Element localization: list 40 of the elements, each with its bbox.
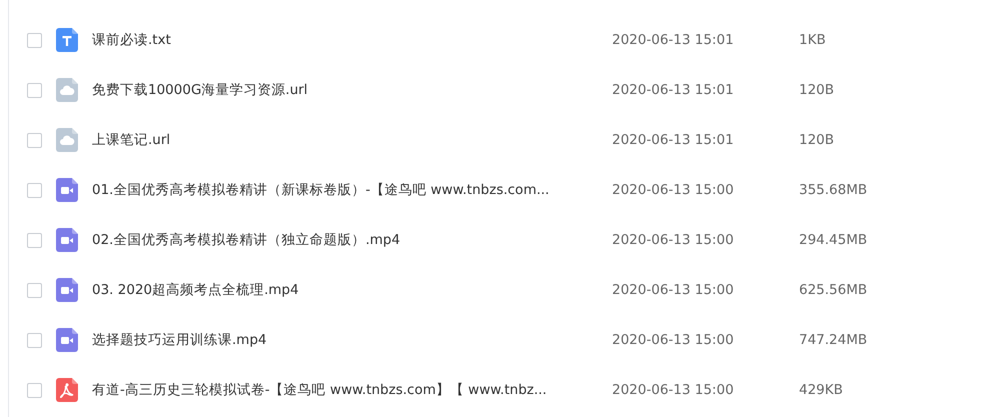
file-name[interactable]: 免费下载10000G海量学习资源.url xyxy=(92,81,612,99)
checkbox[interactable] xyxy=(27,182,42,198)
cloud-file-icon xyxy=(56,78,78,102)
file-size: 294.45MB xyxy=(799,232,868,248)
file-name[interactable]: 03. 2020超高频考点全梳理.mp4 xyxy=(92,281,612,299)
checkbox[interactable] xyxy=(27,332,42,348)
modified-date: 2020-06-13 15:00 xyxy=(612,232,735,248)
file-size: 429KB xyxy=(799,382,843,398)
modified-date: 2020-06-13 15:00 xyxy=(612,382,735,398)
video-file-icon xyxy=(56,178,78,202)
file-name[interactable]: 02.全国优秀高考模拟卷精讲（独立命题版）.mp4 xyxy=(92,231,612,249)
checkbox[interactable] xyxy=(27,382,42,398)
video-file-icon xyxy=(56,228,78,252)
file-name[interactable]: 上课笔记.url xyxy=(92,131,612,149)
modified-date: 2020-06-13 15:01 xyxy=(612,132,735,148)
file-size: 355.68MB xyxy=(799,182,868,198)
file-name[interactable]: 选择题技巧运用训练课.mp4 xyxy=(92,331,612,349)
text-file-icon xyxy=(56,28,78,52)
video-file-icon xyxy=(56,328,78,352)
file-name[interactable]: 有道-高三历史三轮模拟试卷-【途鸟吧 www.tnbzs.com】【 www.tnbz... xyxy=(92,381,612,399)
cloud-file-icon xyxy=(56,128,78,152)
modified-date: 2020-06-13 15:00 xyxy=(612,182,735,198)
file-name[interactable]: 课前必读.txt xyxy=(92,31,612,49)
checkbox[interactable] xyxy=(27,32,42,48)
file-size: 120B xyxy=(799,132,834,148)
file-size: 1KB xyxy=(799,32,826,48)
file-size: 120B xyxy=(799,82,834,98)
checkbox[interactable] xyxy=(27,132,42,148)
checkbox[interactable] xyxy=(27,82,42,98)
modified-date: 2020-06-13 15:01 xyxy=(612,32,735,48)
video-file-icon xyxy=(56,278,78,302)
file-name[interactable]: 01.全国优秀高考模拟卷精讲（新课标卷版）-【途鸟吧 www.tnbzs.com... xyxy=(92,181,612,199)
file-size: 747.24MB xyxy=(799,332,868,348)
file-size: 625.56MB xyxy=(799,282,868,298)
checkbox[interactable] xyxy=(27,232,42,248)
modified-date: 2020-06-13 15:01 xyxy=(612,82,735,98)
modified-date: 2020-06-13 15:00 xyxy=(612,282,735,298)
pdf-file-icon xyxy=(56,378,78,402)
checkbox[interactable] xyxy=(27,282,42,298)
modified-date: 2020-06-13 15:00 xyxy=(612,332,735,348)
